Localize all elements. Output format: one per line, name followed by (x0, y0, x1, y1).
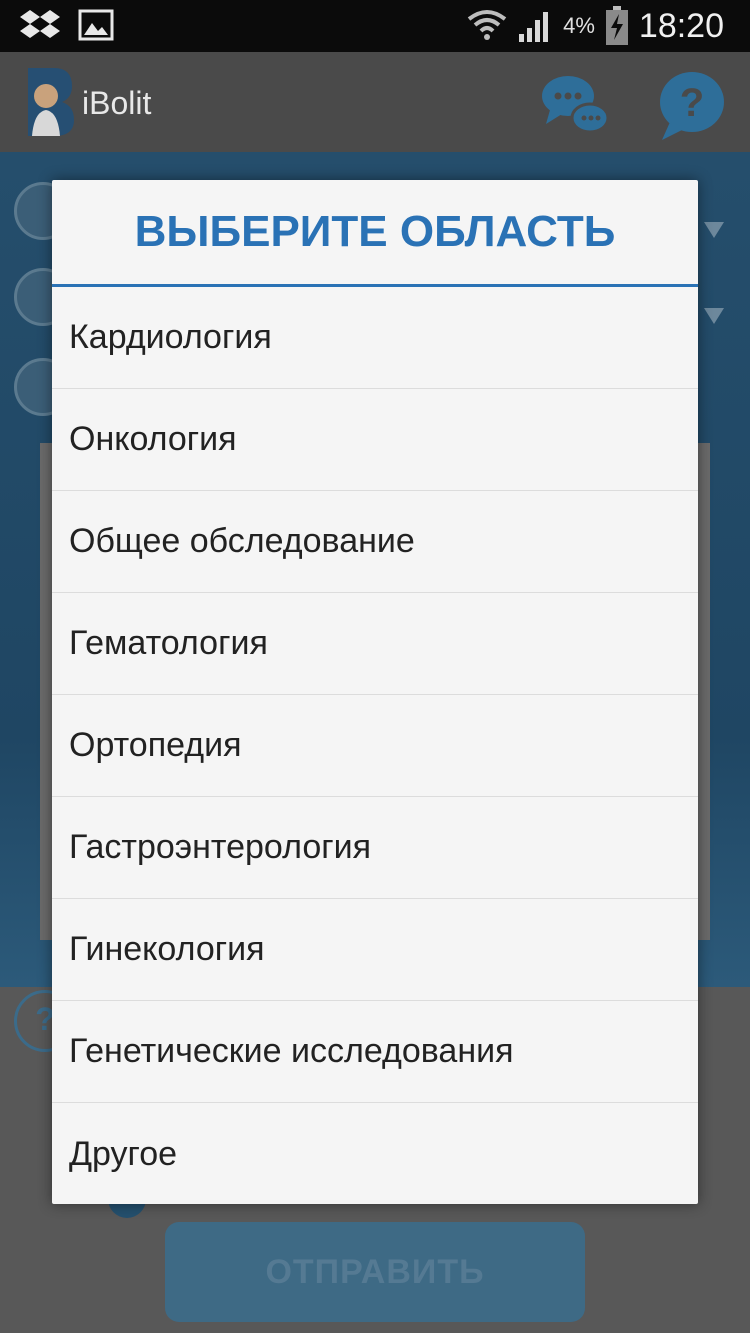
help-icon[interactable]: ? (656, 70, 728, 142)
dialog-title: ВЫБЕРИТЕ ОБЛАСТЬ (52, 180, 698, 287)
chat-icon[interactable] (540, 72, 612, 136)
dropdown-arrow-icon (704, 308, 724, 324)
logo-icon (28, 68, 74, 136)
option-item[interactable]: Онкология (52, 389, 698, 491)
option-item[interactable]: Гематология (52, 593, 698, 695)
status-bar: 4% 18:20 (0, 0, 750, 52)
battery-charging-icon (605, 6, 628, 45)
wifi-icon (467, 10, 507, 40)
battery-percent: 4% (563, 13, 595, 38)
option-list: Кардиология Онкология Общее обследование… (52, 287, 698, 1205)
dropdown-arrow-icon (704, 222, 724, 238)
dropbox-icon (20, 10, 60, 38)
option-item[interactable]: Общее обследование (52, 491, 698, 593)
option-item[interactable]: Другое (52, 1103, 698, 1205)
option-item[interactable]: Гинекология (52, 899, 698, 1001)
select-area-dialog: ВЫБЕРИТЕ ОБЛАСТЬ Кардиология Онкология О… (52, 180, 698, 1204)
option-item[interactable]: Гастроэнтерология (52, 797, 698, 899)
option-item[interactable]: Генетические исследования (52, 1001, 698, 1103)
image-icon (78, 9, 114, 41)
option-item[interactable]: Кардиология (52, 287, 698, 389)
app-title: iBolit (82, 85, 152, 121)
option-item[interactable]: Ортопедия (52, 695, 698, 797)
svg-text:?: ? (680, 81, 704, 125)
status-time: 18:20 (638, 6, 724, 45)
signal-icon (519, 12, 549, 42)
app-bar: iBolit ? (0, 52, 750, 152)
send-button[interactable]: ОТПРАВИТЬ (165, 1222, 585, 1322)
